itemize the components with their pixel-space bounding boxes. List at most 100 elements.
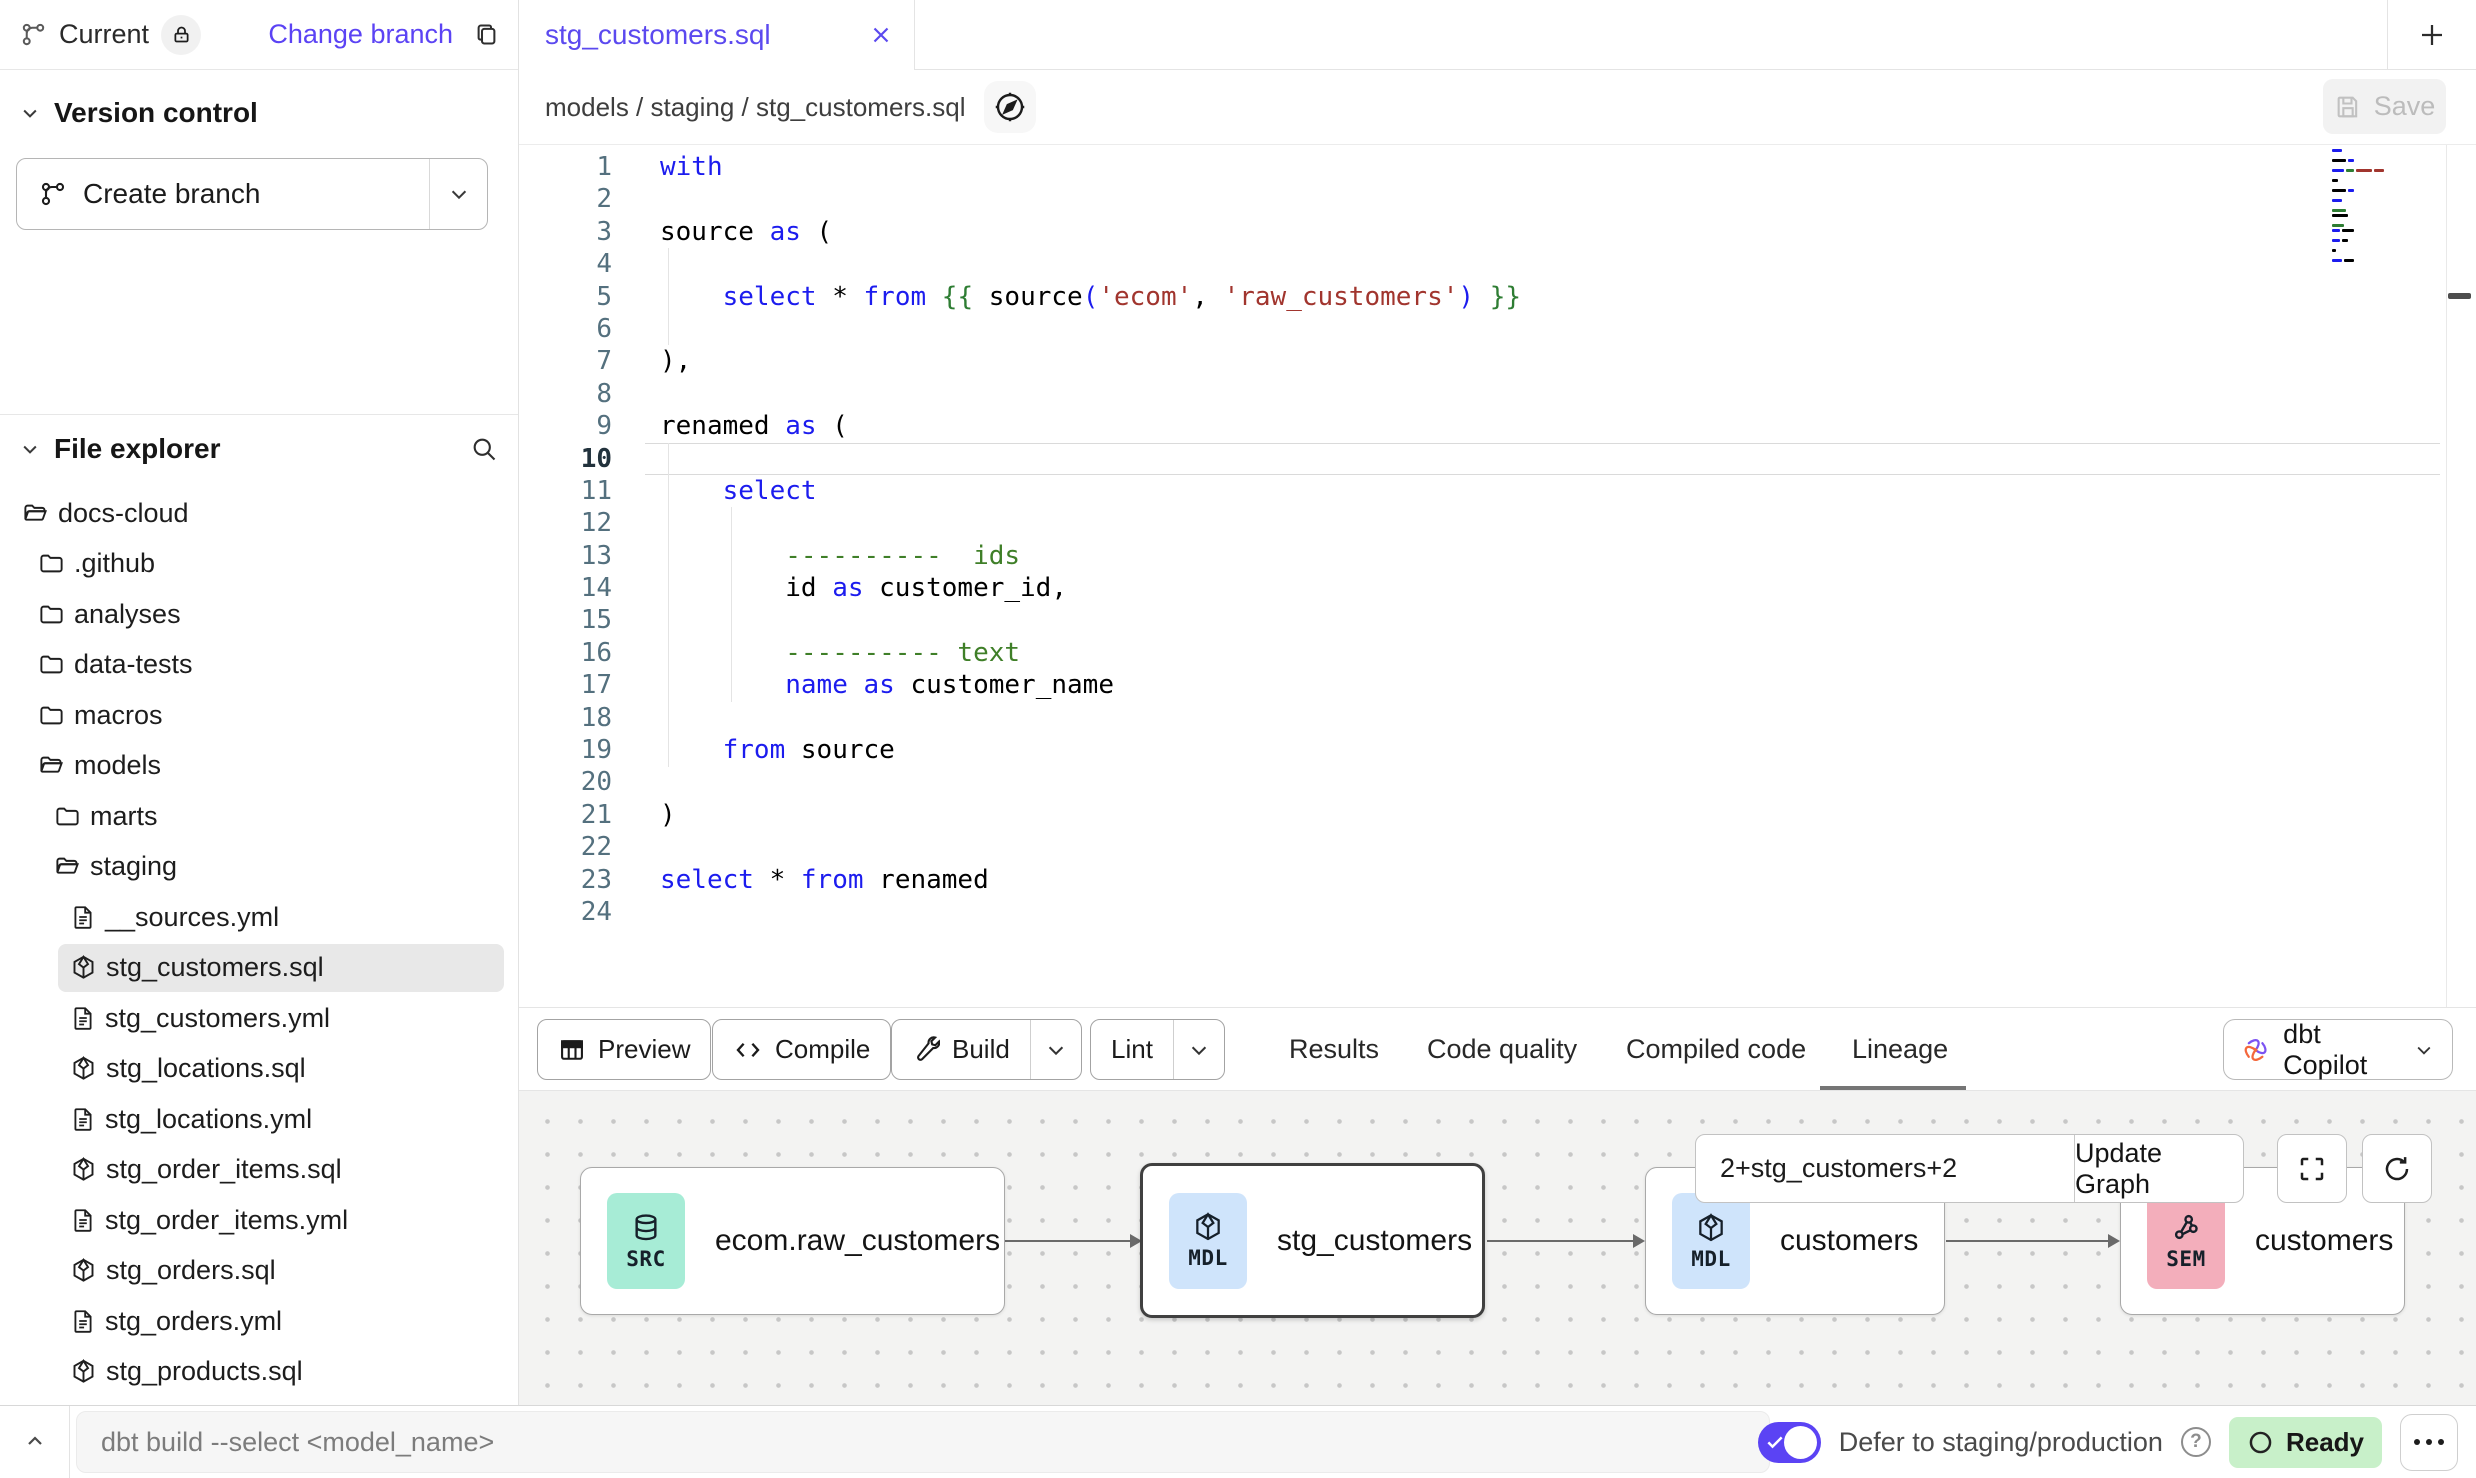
help-icon[interactable]: ? bbox=[2181, 1427, 2211, 1457]
save-label: Save bbox=[2374, 91, 2436, 122]
tree-item[interactable]: stg_orders.yml bbox=[0, 1296, 518, 1347]
tree-item[interactable]: stg_products.sql bbox=[0, 1347, 518, 1398]
folder-open-icon bbox=[38, 752, 65, 779]
tree-item[interactable]: stg_locations.sql bbox=[0, 1044, 518, 1095]
tree-item-label: stg_customers.sql bbox=[106, 952, 324, 983]
tree-item[interactable]: .github bbox=[0, 539, 518, 590]
tree-item[interactable]: stg_locations.yml bbox=[0, 1094, 518, 1145]
save-button[interactable]: Save bbox=[2323, 79, 2446, 134]
compass-icon bbox=[992, 89, 1028, 125]
tree-item[interactable]: macros bbox=[0, 690, 518, 741]
tree-item[interactable]: stg_orders.sql bbox=[0, 1246, 518, 1297]
active-tab-underline bbox=[1820, 1086, 1966, 1090]
database-icon bbox=[630, 1212, 662, 1244]
tree-item-label: stg_products.sql bbox=[106, 1356, 303, 1387]
code-editor[interactable]: 123456789101112131415161718192021222324 … bbox=[519, 145, 2476, 1007]
lint-button[interactable]: Lint bbox=[1090, 1019, 1225, 1080]
lineage-selector-input[interactable] bbox=[1696, 1135, 2074, 1202]
yml-file-icon bbox=[70, 904, 96, 930]
tree-item[interactable]: docs-cloud bbox=[0, 488, 518, 539]
copy-icon[interactable] bbox=[473, 21, 500, 48]
build-dropdown[interactable] bbox=[1030, 1020, 1081, 1079]
dbt-copilot-button[interactable]: dbt Copilot bbox=[2223, 1019, 2453, 1080]
tree-item-label: stg_order_items.sql bbox=[106, 1154, 342, 1185]
tree-item-label: __sources.yml bbox=[105, 902, 279, 933]
ide-status-badge[interactable]: Ready bbox=[2229, 1417, 2382, 1468]
semantic-badge: SEM bbox=[2147, 1193, 2225, 1289]
lineage-node-stg-customers[interactable]: MDL stg_customers bbox=[1140, 1163, 1485, 1318]
tree-item[interactable]: models bbox=[0, 741, 518, 792]
tree-item[interactable]: marts bbox=[0, 791, 518, 842]
tree-item[interactable]: __sources.yml bbox=[0, 892, 518, 943]
build-button[interactable]: Build bbox=[891, 1019, 1082, 1080]
tree-item-label: marts bbox=[90, 801, 158, 832]
close-icon[interactable] bbox=[868, 22, 894, 48]
tree-item-label: .github bbox=[74, 548, 155, 579]
create-branch-label: Create branch bbox=[83, 178, 260, 210]
folder-icon bbox=[38, 651, 65, 678]
create-branch-button[interactable]: Create branch bbox=[16, 158, 488, 230]
tab-lineage[interactable]: Lineage bbox=[1852, 1008, 1948, 1091]
tree-item[interactable]: staging bbox=[0, 842, 518, 893]
preview-button[interactable]: Preview bbox=[537, 1019, 711, 1080]
tree-item[interactable]: stg_customers.yml bbox=[0, 993, 518, 1044]
tree-item[interactable]: stg_order_items.yml bbox=[0, 1195, 518, 1246]
create-branch-dropdown[interactable] bbox=[429, 159, 487, 229]
version-control-header[interactable]: Version control bbox=[0, 70, 518, 132]
tree-item[interactable]: data-tests bbox=[0, 640, 518, 691]
update-graph-button[interactable]: Update Graph bbox=[2074, 1135, 2243, 1202]
status-bar: dbt build --select <model_name> Defer to… bbox=[0, 1405, 2476, 1478]
file-explorer-header[interactable]: File explorer bbox=[0, 414, 518, 482]
model-cube-icon bbox=[70, 1055, 97, 1082]
more-options-button[interactable] bbox=[2400, 1414, 2458, 1471]
model-cube-icon bbox=[70, 1257, 97, 1284]
current-branch-label: Current bbox=[59, 19, 149, 50]
lineage-panel[interactable]: SRC ecom.raw_customers MDL stg_customers… bbox=[519, 1091, 2476, 1405]
minimap[interactable] bbox=[2332, 149, 2400, 264]
refresh-button[interactable] bbox=[2362, 1134, 2432, 1203]
chevron-down-icon bbox=[2414, 1039, 2434, 1061]
defer-toggle[interactable] bbox=[1758, 1422, 1821, 1463]
table-icon bbox=[558, 1036, 586, 1064]
tree-item[interactable]: stg_order_items.sql bbox=[0, 1145, 518, 1196]
lineage-node-source[interactable]: SRC ecom.raw_customers bbox=[580, 1167, 1005, 1315]
folder-icon bbox=[38, 550, 65, 577]
yml-file-icon bbox=[70, 1106, 96, 1132]
explore-docs-button[interactable] bbox=[984, 81, 1036, 133]
tree-item-label: stg_locations.sql bbox=[106, 1053, 306, 1084]
tab-stg-customers-sql[interactable]: stg_customers.sql bbox=[519, 0, 915, 70]
tree-item-label: macros bbox=[74, 700, 163, 731]
defer-label: Defer to staging/production bbox=[1839, 1427, 2163, 1458]
lint-dropdown[interactable] bbox=[1173, 1020, 1224, 1079]
refresh-icon bbox=[2382, 1154, 2412, 1184]
tab-code-quality[interactable]: Code quality bbox=[1427, 1008, 1577, 1091]
chevron-down-icon bbox=[20, 439, 40, 459]
tree-item-label: docs-cloud bbox=[58, 498, 189, 529]
fullscreen-icon bbox=[2297, 1154, 2327, 1184]
folder-open-icon bbox=[22, 500, 49, 527]
change-branch-link[interactable]: Change branch bbox=[268, 19, 453, 50]
breadcrumb-bar: models / staging / stg_customers.sql Sav… bbox=[519, 70, 2476, 145]
tab-title: stg_customers.sql bbox=[545, 19, 771, 51]
tree-item[interactable]: stg_customers.sql bbox=[0, 943, 518, 994]
code-content[interactable]: withsource as ( select * from {{ source(… bbox=[660, 151, 2396, 928]
command-input[interactable]: dbt build --select <model_name> bbox=[76, 1411, 1770, 1473]
chevron-down-icon bbox=[20, 103, 40, 123]
chevron-down-icon bbox=[448, 183, 470, 205]
tree-item-label: models bbox=[74, 750, 161, 781]
new-tab-button[interactable] bbox=[2387, 0, 2476, 70]
git-branch-icon bbox=[20, 21, 47, 48]
tree-item[interactable]: analyses bbox=[0, 589, 518, 640]
source-badge: SRC bbox=[607, 1193, 685, 1289]
tab-results[interactable]: Results bbox=[1289, 1008, 1379, 1091]
compile-button[interactable]: Compile bbox=[712, 1019, 891, 1080]
branch-readonly-badge bbox=[161, 15, 201, 55]
expand-console-button[interactable] bbox=[0, 1406, 70, 1478]
model-badge: MDL bbox=[1672, 1193, 1750, 1289]
search-icon[interactable] bbox=[470, 435, 498, 463]
fullscreen-button[interactable] bbox=[2277, 1134, 2347, 1203]
line-number-gutter: 123456789101112131415161718192021222324 bbox=[519, 151, 640, 928]
editor-tab-bar: stg_customers.sql bbox=[519, 0, 2476, 70]
scrollbar-thumb[interactable] bbox=[2448, 293, 2471, 299]
tab-compiled-code[interactable]: Compiled code bbox=[1626, 1008, 1806, 1091]
